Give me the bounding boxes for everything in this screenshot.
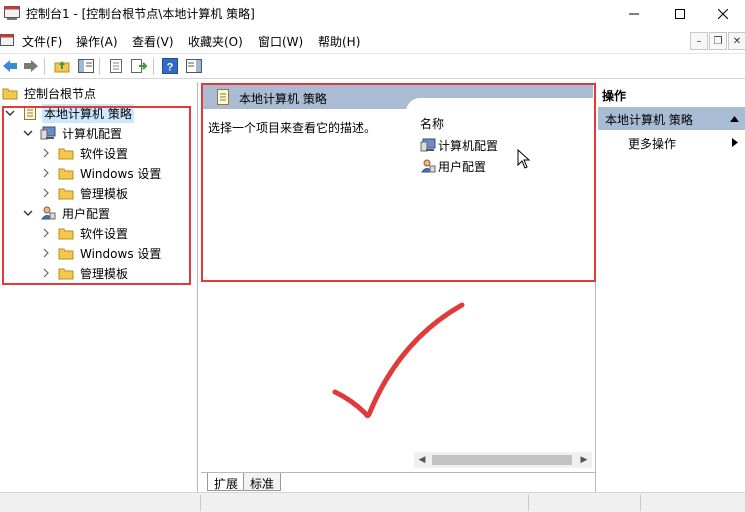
child-close-button[interactable]: ✕ — [728, 32, 745, 50]
annotation-highlight-box — [2, 106, 191, 285]
console-tree: 控制台根节点 本地计算机 策略 计算机配置 软件设置 Windows 设置 管理… — [0, 82, 198, 492]
tree-item-label: 控制台根节点 — [24, 86, 97, 101]
menu-help[interactable]: 帮助(H) — [318, 33, 360, 50]
help-icon: ? — [162, 58, 178, 74]
action-section-label: 本地计算机 策略 — [605, 113, 693, 127]
document-window-icon[interactable] — [0, 34, 14, 46]
export-icon — [131, 59, 147, 73]
folder-up-icon — [54, 61, 70, 73]
check-mark-annotation — [332, 302, 465, 419]
action-pane-icon — [186, 59, 202, 73]
collapse-up-icon[interactable] — [730, 115, 739, 122]
scroll-left-icon[interactable]: ◀ — [414, 452, 430, 468]
svg-text:?: ? — [167, 62, 174, 74]
menu-window[interactable]: 窗口(W) — [258, 33, 303, 50]
status-separator — [640, 495, 641, 511]
toolbar-separator — [99, 58, 100, 75]
toolbar: ? — [0, 53, 745, 79]
up-level-button[interactable] — [53, 57, 71, 75]
menu-action[interactable]: 操作(A) — [76, 33, 118, 50]
status-bar — [0, 492, 745, 512]
properties-icon — [110, 59, 122, 73]
properties-button[interactable] — [107, 57, 125, 75]
close-icon: ✕ — [732, 35, 742, 47]
export-list-button[interactable] — [130, 57, 148, 75]
menu-bar: 文件(F) 操作(A) 查看(V) 收藏夹(O) 窗口(W) 帮助(H) — [0, 28, 745, 52]
show-hide-tree-button[interactable] — [77, 57, 95, 75]
toolbar-separator — [153, 58, 154, 75]
tree-item-console-root[interactable]: 控制台根节点 — [2, 83, 98, 103]
maximize-button[interactable] — [657, 0, 703, 28]
close-button[interactable] — [700, 0, 745, 28]
results-pane: 本地计算机 策略 选择一个项目来查看它的描述。 名称 计算机配置 用户配置 ◀ … — [201, 82, 596, 492]
back-arrow-icon — [3, 60, 17, 72]
maximize-icon — [675, 9, 685, 19]
minimize-icon — [629, 13, 639, 15]
forward-button[interactable] — [22, 57, 40, 75]
child-restore-button[interactable]: ❐ — [709, 32, 727, 50]
minimize-icon: – — [696, 35, 702, 47]
menu-favorites[interactable]: 收藏夹(O) — [188, 33, 243, 50]
horizontal-scrollbar[interactable]: ◀ ▶ — [414, 452, 592, 468]
tab-extended[interactable]: 扩展 — [207, 473, 246, 491]
window-title: 控制台1 - [控制台根节点\本地计算机 策略] — [26, 7, 255, 21]
more-actions-item[interactable]: 更多操作 — [628, 135, 676, 152]
restore-icon: ❐ — [713, 35, 723, 47]
tree-pane-icon — [78, 59, 94, 73]
minimize-button[interactable] — [611, 0, 657, 28]
back-button[interactable] — [1, 57, 19, 75]
scrollbar-thumb[interactable] — [432, 455, 572, 465]
status-separator — [528, 495, 529, 511]
status-separator — [200, 495, 201, 511]
action-section-header[interactable]: 本地计算机 策略 — [598, 107, 745, 130]
folder-icon — [2, 86, 18, 100]
close-icon — [718, 9, 728, 19]
show-hide-action-pane-button[interactable] — [185, 57, 203, 75]
toolbar-separator — [44, 58, 45, 75]
help-button[interactable]: ? — [161, 57, 179, 75]
action-pane: 操作 本地计算机 策略 更多操作 — [598, 82, 745, 492]
title-bar: 控制台1 - [控制台根节点\本地计算机 策略] — [0, 0, 745, 28]
tab-standard[interactable]: 标准 — [243, 473, 282, 491]
console-app-icon — [4, 6, 20, 20]
child-minimize-button[interactable]: – — [690, 32, 708, 50]
annotation-highlight-box — [201, 83, 596, 282]
forward-arrow-icon — [24, 60, 38, 72]
scroll-right-icon[interactable]: ▶ — [576, 452, 592, 468]
menu-file[interactable]: 文件(F) — [22, 33, 62, 50]
action-pane-title: 操作 — [602, 89, 627, 103]
menu-view[interactable]: 查看(V) — [132, 33, 174, 50]
submenu-arrow-icon — [732, 138, 738, 147]
view-tabs: 扩展 标准 — [201, 472, 596, 492]
